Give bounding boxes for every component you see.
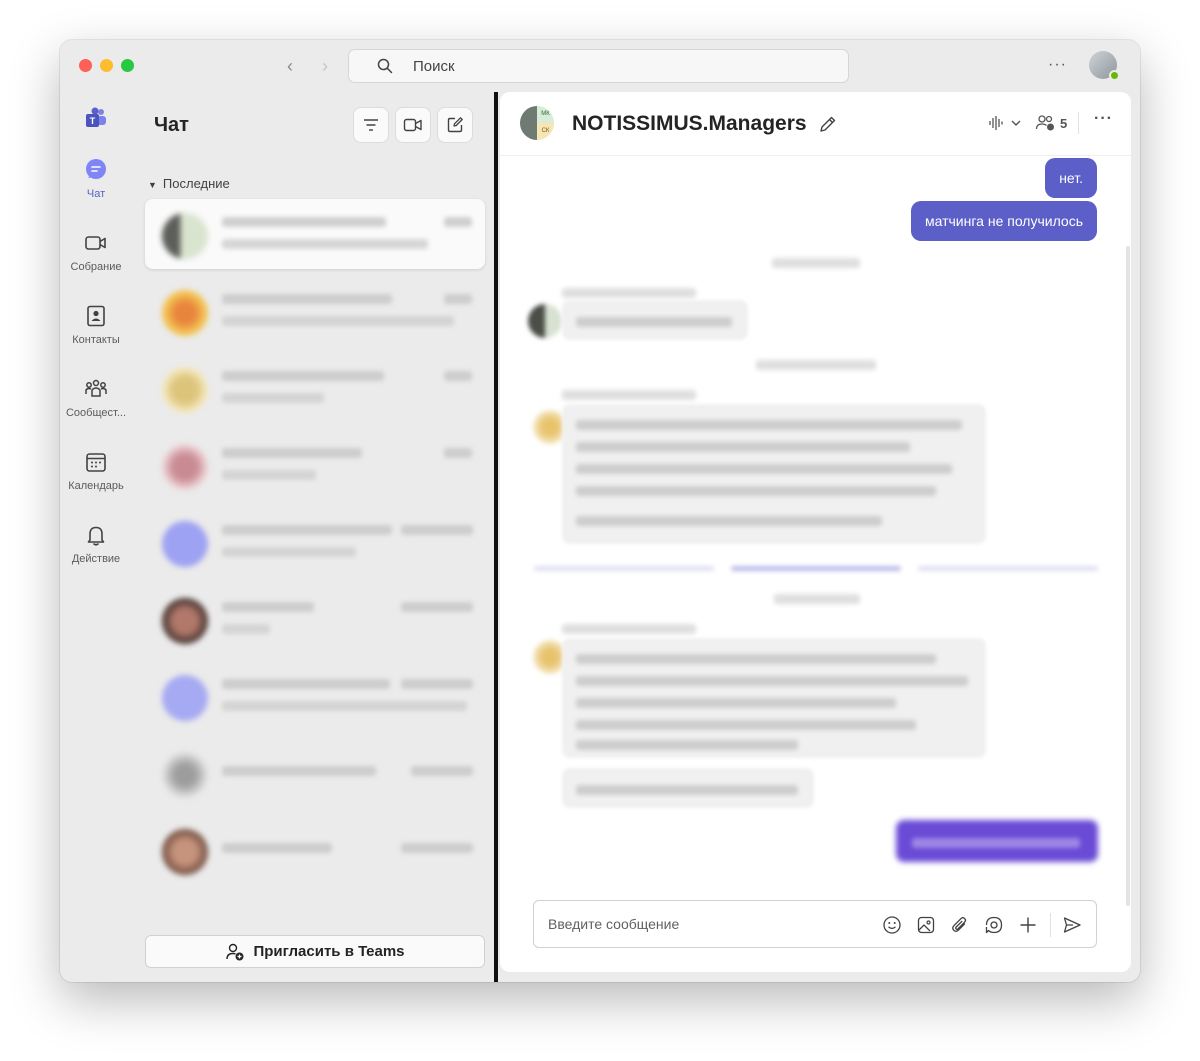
forward-arrow-icon[interactable]: › [315, 56, 335, 77]
image-icon[interactable] [916, 915, 936, 935]
message-composer[interactable]: Введите сообщение [533, 900, 1097, 948]
meet-now-button[interactable] [395, 107, 431, 143]
rail-item-chat[interactable]: Чат [60, 158, 132, 200]
avatar [162, 829, 208, 875]
rail-item-communities[interactable]: Сообщест... [60, 377, 132, 419]
teams-logo-icon: T [86, 107, 106, 127]
rail-label-chat: Чат [86, 188, 106, 200]
chat-list-item[interactable] [145, 815, 485, 885]
chat-list-item[interactable] [145, 738, 485, 808]
avatar-initials-2: СК [537, 123, 554, 140]
avatar-initials-1: МК [537, 106, 554, 123]
avatar [162, 444, 208, 490]
chat-list-item[interactable] [145, 661, 485, 731]
zoom-window-button[interactable] [121, 59, 134, 72]
avatar [162, 213, 208, 259]
pane-divider[interactable] [494, 92, 498, 982]
conversation-title[interactable]: NOTISSIMUS.Managers [572, 112, 807, 136]
chat-icon [86, 159, 106, 179]
avatar [162, 675, 208, 721]
minimize-window-button[interactable] [100, 59, 113, 72]
attach-icon[interactable] [950, 915, 970, 935]
conversation-header: МК СК NOTISSIMUS.Managers 5 ··· [500, 92, 1131, 156]
pencil-icon[interactable] [818, 114, 838, 134]
window-controls [79, 59, 134, 72]
teams-window: ‹ › Поиск ··· T Чат Собрание Контакты Со… [60, 40, 1140, 982]
chat-list-item[interactable] [145, 276, 485, 346]
header-separator [1078, 112, 1079, 134]
search-input[interactable]: Поиск [348, 49, 849, 83]
close-window-button[interactable] [79, 59, 92, 72]
rail-label-activity: Действие [71, 553, 121, 565]
invite-label: Пригласить в Teams [253, 943, 405, 960]
avatar [162, 598, 208, 644]
people-icon [1035, 115, 1054, 131]
rail-label-communities: Сообщест... [65, 407, 126, 419]
invite-to-teams-button[interactable]: Пригласить в Teams [145, 935, 485, 968]
rail-label-meeting: Собрание [70, 261, 122, 273]
add-person-icon [226, 943, 244, 960]
rail-label-calendar: Календарь [68, 480, 124, 492]
chat-list-item[interactable] [145, 507, 485, 577]
caret-down-icon: ▼ [148, 180, 157, 190]
rail-item-meeting[interactable]: Собрание [60, 231, 132, 273]
rail-item-calendar[interactable]: Календарь [60, 450, 132, 492]
communities-icon [85, 379, 107, 397]
search-placeholder: Поиск [413, 57, 455, 75]
my-message-bubble[interactable]: матчинга не получилось [911, 201, 1097, 241]
chat-list-pane: Чат ▼ Последние Пригласить в Teams [132, 92, 494, 982]
avatar [162, 521, 208, 567]
avatar [162, 367, 208, 413]
search-icon [377, 58, 393, 74]
filter-button[interactable] [353, 107, 389, 143]
rail-item-activity[interactable]: Действие [60, 523, 132, 565]
conversation-scrollbar[interactable] [1126, 246, 1130, 906]
avatar [162, 752, 208, 798]
avatar [162, 290, 208, 336]
send-icon[interactable] [1062, 915, 1082, 935]
chat-list-title: Чат [154, 114, 189, 136]
my-message-bubble[interactable]: нет. [1045, 158, 1097, 198]
recent-section-label: Последние [162, 176, 230, 191]
more-options-icon[interactable]: ··· [1048, 56, 1067, 74]
profile-avatar[interactable] [1089, 51, 1120, 81]
back-arrow-icon[interactable]: ‹ [280, 56, 300, 77]
more-options-icon[interactable]: ··· [1094, 110, 1113, 128]
composer-placeholder: Введите сообщение [548, 916, 680, 932]
chat-list-item[interactable] [145, 199, 485, 269]
emoji-icon[interactable] [882, 915, 902, 935]
avatar [528, 304, 562, 338]
plus-icon[interactable] [1018, 915, 1038, 935]
conversation-pane: МК СК NOTISSIMUS.Managers 5 ··· нет. мат… [500, 92, 1131, 972]
group-avatar[interactable]: МК СК [520, 106, 554, 140]
call-dropdown-button[interactable] [987, 114, 1023, 132]
app-rail: T Чат Собрание Контакты Сообщест... Кале… [60, 92, 132, 982]
participants-button[interactable]: 5 [1035, 114, 1067, 132]
rail-item-contacts[interactable]: Контакты [60, 304, 132, 346]
bell-icon [87, 526, 105, 546]
online-status-icon [1109, 70, 1120, 81]
chat-list-item[interactable] [145, 353, 485, 423]
audio-waveform-icon [989, 116, 1003, 130]
loop-component-icon[interactable] [984, 915, 1004, 935]
video-camera-icon [85, 236, 106, 250]
composer-separator [1050, 913, 1051, 937]
svg-text:T: T [90, 116, 96, 126]
recent-section-toggle[interactable]: ▼ Последние [148, 176, 230, 191]
contacts-icon [87, 305, 105, 327]
new-chat-button[interactable] [437, 107, 473, 143]
compose-icon [447, 117, 463, 133]
chat-list-item[interactable] [145, 430, 485, 500]
participants-count: 5 [1060, 115, 1068, 131]
video-camera-icon [403, 118, 422, 132]
calendar-icon [86, 453, 106, 472]
rail-label-contacts: Контакты [72, 334, 120, 346]
filter-icon [364, 119, 378, 131]
chat-list-item[interactable] [145, 584, 485, 654]
chevron-down-icon [1011, 120, 1021, 126]
